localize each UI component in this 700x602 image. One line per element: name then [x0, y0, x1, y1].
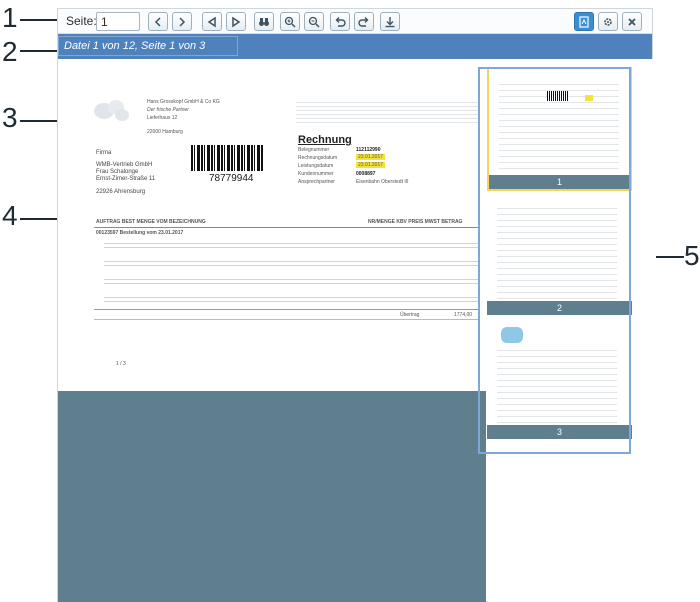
- zoom-out-button[interactable]: [304, 12, 324, 31]
- company-logo: [94, 100, 129, 121]
- table-header-rule: [94, 227, 478, 228]
- callout-4-line: [20, 218, 60, 220]
- footer-sum-value: 1774,00: [454, 312, 473, 318]
- close-button[interactable]: [622, 12, 642, 31]
- document-status-bar: Datei 1 von 12, Seite 1 von 3: [58, 34, 652, 59]
- header-info-blocks: [296, 99, 478, 125]
- page-label: Seite:: [66, 14, 97, 28]
- table-footer-rule: [94, 309, 478, 310]
- sender-line-4: 22000 Hamburg: [147, 129, 183, 135]
- table-rows-block-2: [104, 258, 478, 268]
- sender-line-3: Lieferhaus 12: [147, 115, 178, 121]
- page-viewer[interactable]: Hans Grosskopf GmbH & Co KG Der frische …: [58, 59, 486, 602]
- callout-3: 3: [2, 102, 18, 133]
- invoice-title: Rechnung: [298, 134, 352, 146]
- document-status-text: Datei 1 von 12, Seite 1 von 3: [64, 40, 206, 52]
- leistungsdatum-value: 23.01.2017: [356, 162, 386, 168]
- next-page-button[interactable]: [172, 12, 192, 31]
- page-marker: 1 / 3: [116, 361, 126, 367]
- zoom-out-icon: [308, 16, 320, 28]
- table-rows-block-1: [104, 240, 478, 250]
- previous-file-button[interactable]: [202, 12, 222, 31]
- kundennummer-value: 0008897: [356, 171, 376, 177]
- document-viewer: Seite: 1 Datei 1 von 12, Seite 1 von 3 H…: [57, 8, 654, 602]
- barcode: [191, 145, 263, 171]
- triangle-left-icon: [207, 16, 216, 27]
- redo-icon: [358, 16, 369, 27]
- order-line: 00123597 Bestellung vom 23.01.2017: [96, 230, 184, 236]
- close-icon: [628, 17, 636, 26]
- callout-5: 5: [684, 240, 700, 271]
- settings-icon: [604, 17, 612, 26]
- page-number-input[interactable]: [96, 12, 140, 31]
- ansprechpartner-value: Eisenbahn Oberstedt III: [356, 179, 409, 185]
- recipient-street: Ernst-Zimer-Straße 11: [96, 176, 156, 182]
- pdf-export-icon: [579, 15, 589, 28]
- sender-line-1: Hans Grosskopf GmbH & Co KG: [147, 99, 220, 105]
- triangle-right-icon: [232, 16, 241, 27]
- kundennummer-label: Kundennummer: [298, 171, 334, 177]
- rotate-right-button[interactable]: [354, 12, 374, 31]
- zoom-in-button[interactable]: [280, 12, 300, 31]
- settings-button[interactable]: [598, 12, 618, 31]
- table-rows-block-3: [104, 276, 478, 286]
- undo-icon: [335, 16, 346, 27]
- recipient-name: WMB-Vertrieb GmbH: [96, 162, 153, 168]
- callout-4: 4: [2, 200, 18, 231]
- table-header-left: AUFTRAG BEST MENGE VOM BEZEICHNUNG: [96, 219, 206, 225]
- next-file-button[interactable]: [226, 12, 246, 31]
- recipient-contact: Frau Schalonge: [96, 169, 139, 175]
- search-button[interactable]: [254, 12, 274, 31]
- leistungsdatum-label: Leistungsdatum: [298, 163, 334, 169]
- belegnummer-value: 112112990: [356, 147, 381, 153]
- callout-1: 1: [2, 2, 18, 33]
- table-header-right: NR/MENGE KBV PREIS MWST BETRAG: [368, 219, 463, 225]
- recipient-firm: Firma: [96, 150, 112, 156]
- zoom-in-icon: [284, 16, 296, 28]
- chevron-left-icon: [154, 16, 161, 27]
- rechnungsdatum-label: Rechnungsdatum: [298, 155, 338, 161]
- callout-1-line: [20, 19, 57, 21]
- callout-2-line: [20, 50, 57, 52]
- callout-5-line: [656, 256, 684, 258]
- pdf-export-button[interactable]: [574, 12, 594, 31]
- binoculars-icon: [259, 17, 269, 26]
- recipient-city: 22926 Ahrensburg: [96, 189, 146, 195]
- ansprechpartner-label: Ansprechpartner: [298, 179, 335, 185]
- thumbnail-panel-highlight: [478, 67, 631, 454]
- barcode-number: 78779944: [209, 173, 254, 184]
- callout-2: 2: [2, 36, 18, 67]
- table-footer-rule-2: [94, 319, 478, 320]
- previous-page-button[interactable]: [148, 12, 168, 31]
- download-icon: [385, 16, 395, 27]
- page-background: [58, 391, 486, 602]
- table-rows-block-4: [104, 294, 478, 304]
- rotate-left-button[interactable]: [330, 12, 350, 31]
- download-button[interactable]: [380, 12, 400, 31]
- footer-sum-label: Übertrag: [400, 312, 420, 318]
- sender-line-2: Der frische Partner: [147, 107, 189, 113]
- rechnungsdatum-value: 23.01.2017: [356, 154, 386, 160]
- chevron-right-icon: [179, 16, 186, 27]
- toolbar: Seite:: [58, 9, 652, 34]
- invoice-page: Hans Grosskopf GmbH & Co KG Der frische …: [58, 59, 486, 391]
- belegnummer-label: Belegnummer: [298, 147, 330, 153]
